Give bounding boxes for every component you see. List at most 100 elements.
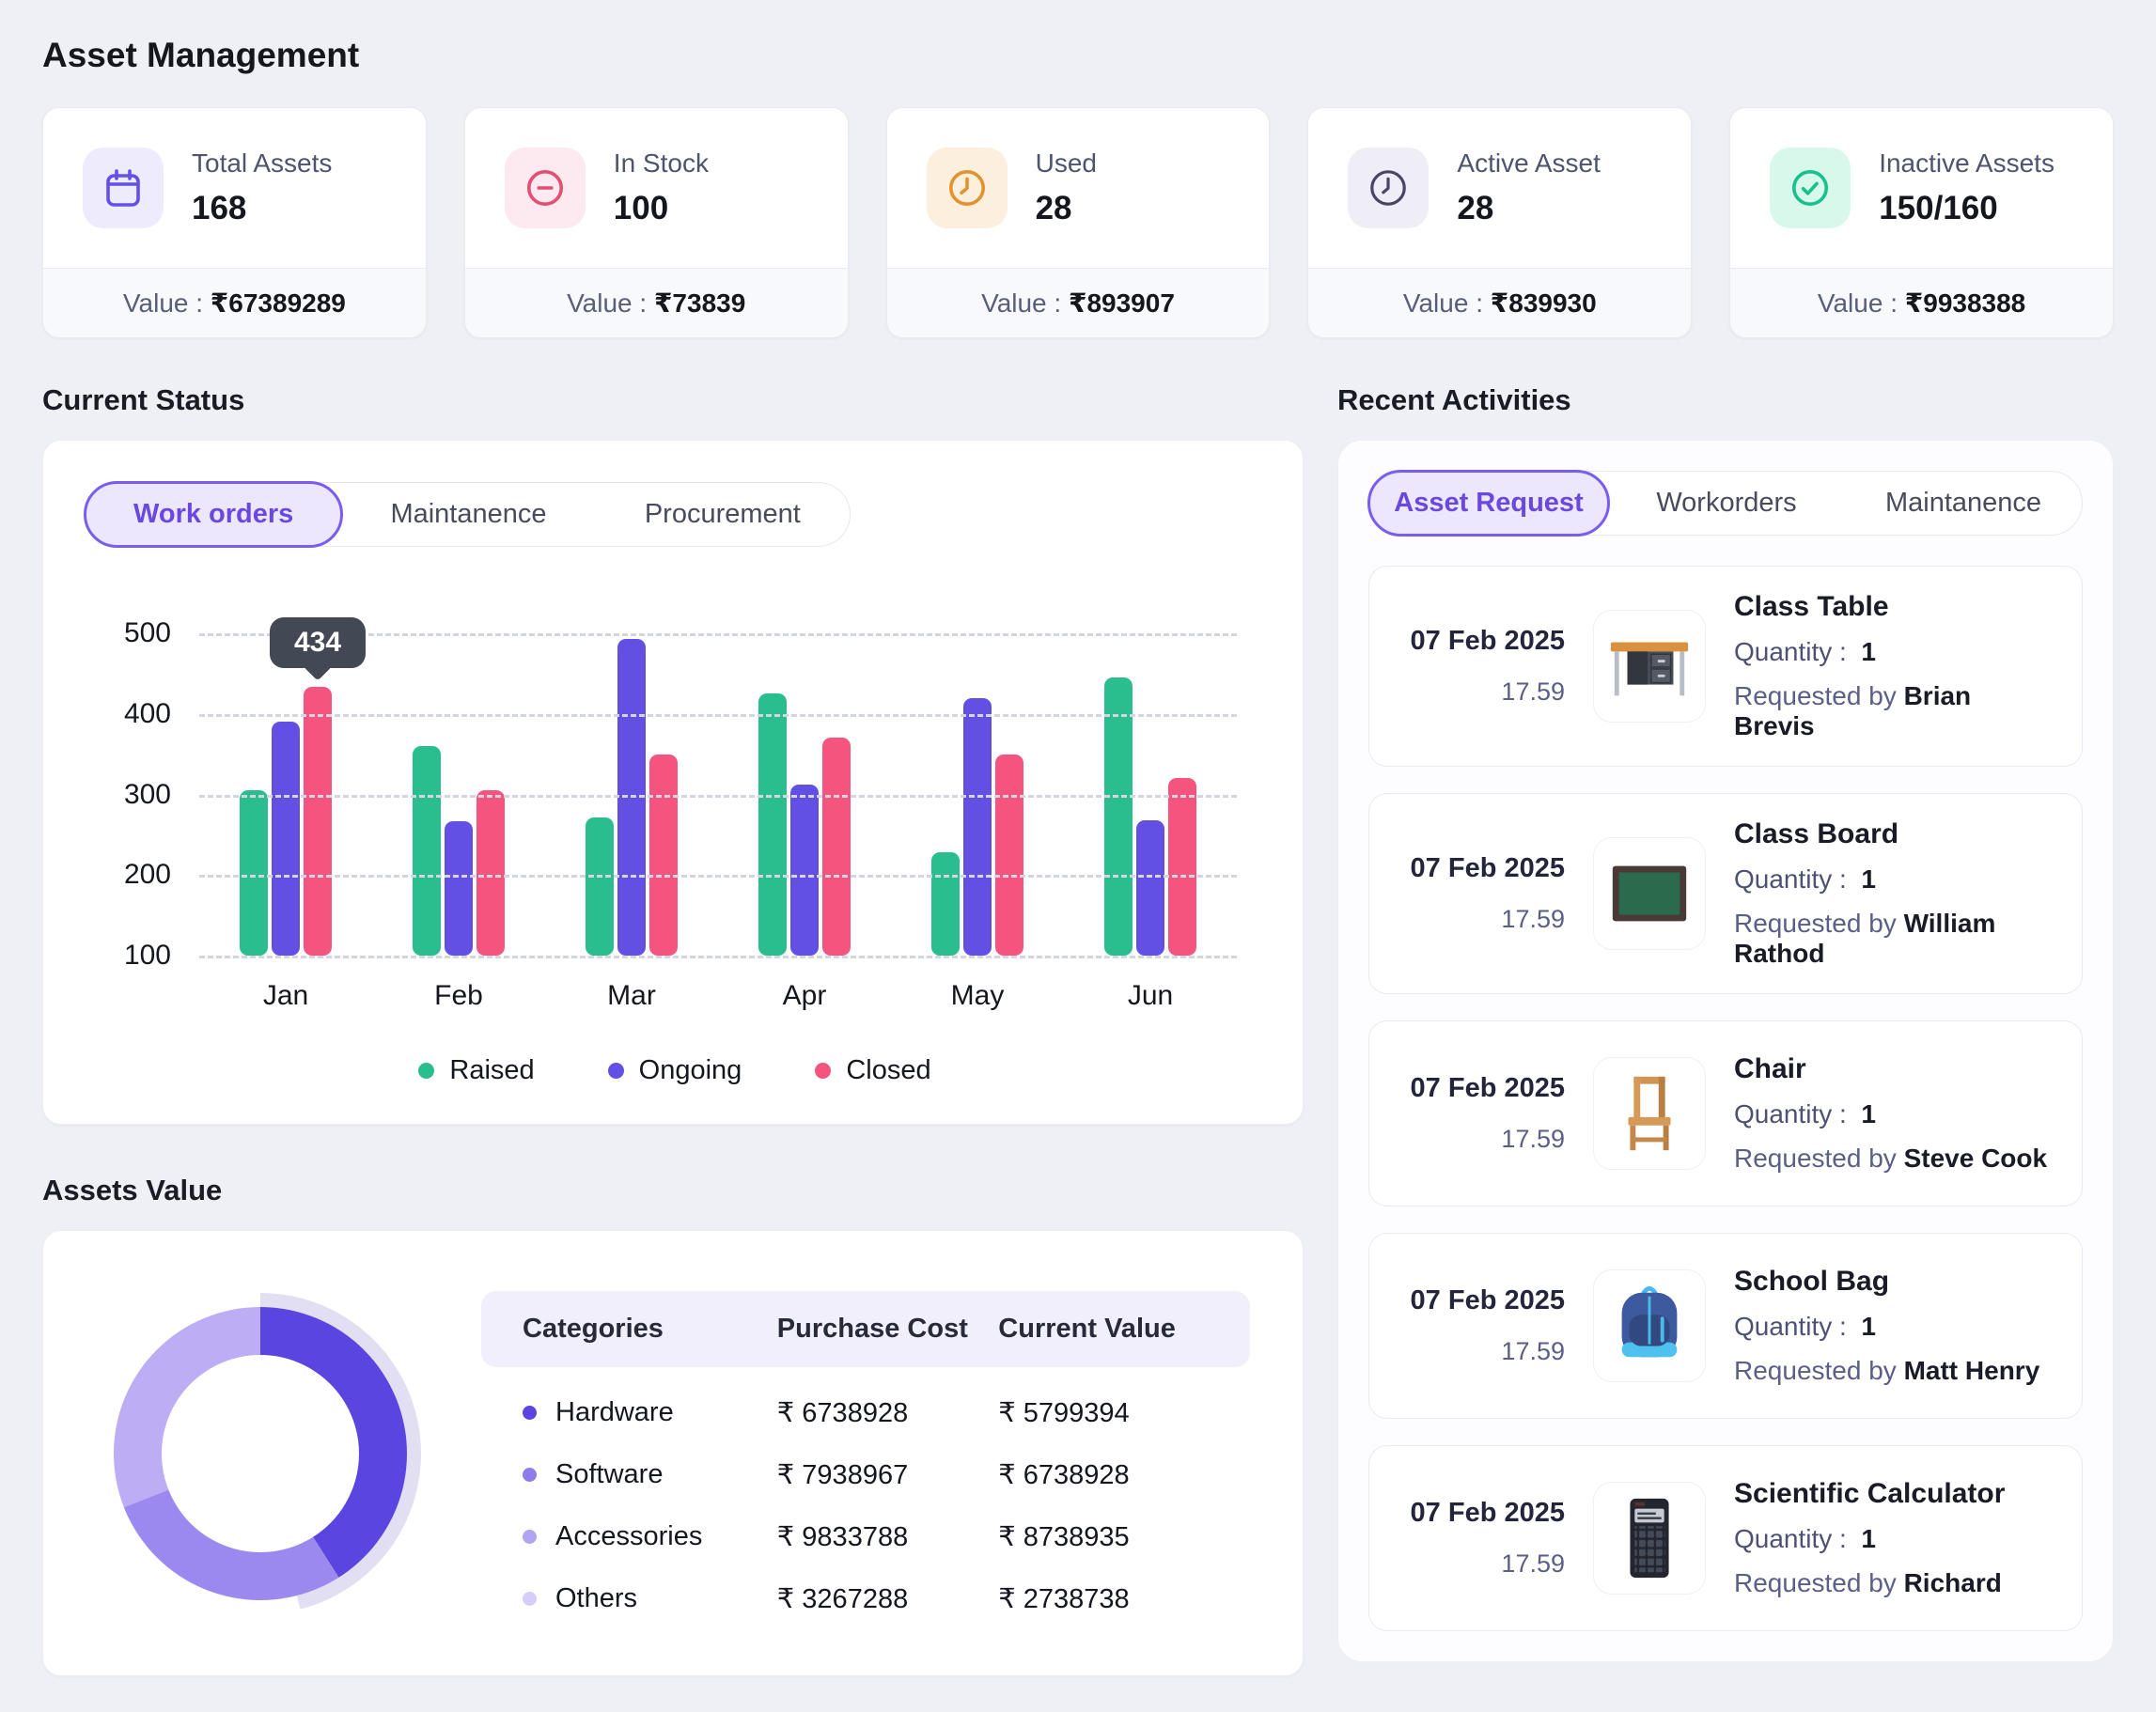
recent-activities-title: Recent Activities: [1337, 383, 2114, 417]
bar-closed-feb[interactable]: [477, 790, 505, 956]
activity-quantity: Quantity : 1: [1734, 1312, 2039, 1342]
bar-raised-jan[interactable]: [240, 790, 268, 956]
table-row: Hardware ₹ 6738928 ₹ 5799394: [481, 1367, 1250, 1429]
gridline: [199, 875, 1237, 878]
stat-count: 100: [614, 190, 709, 227]
bar-closed-jan[interactable]: [304, 687, 332, 956]
bar-ongoing-jun[interactable]: [1136, 820, 1164, 956]
tab-workorders[interactable]: Workorders: [1608, 472, 1845, 535]
gridline: [199, 956, 1237, 958]
activity-date: 07 Feb 2025: [1411, 853, 1565, 884]
activity-quantity: Quantity : 1: [1734, 637, 2054, 667]
activity-requested-by: Requested by Steve Cook: [1734, 1144, 2047, 1174]
stat-count: 168: [192, 190, 332, 227]
activity-title: Chair: [1734, 1053, 2047, 1085]
table-row: Accessories ₹ 9833788 ₹ 8738935: [481, 1491, 1250, 1553]
bar-ongoing-jan[interactable]: [272, 722, 300, 956]
stat-value: Value : ₹893907: [887, 268, 1270, 337]
stat-value: Value : ₹73839: [465, 268, 848, 337]
activity-time: 17.59: [1501, 1337, 1565, 1366]
activity-item-chair[interactable]: 07 Feb 2025 17.59 Chair: [1368, 1020, 2083, 1206]
activity-title: Class Table: [1734, 591, 2054, 623]
bar-closed-jun[interactable]: [1168, 778, 1196, 956]
table-row: Software ₹ 7938967 ₹ 6738928: [481, 1429, 1250, 1491]
assets-value-donut-chart: [100, 1293, 421, 1614]
activity-requested-by: Requested by Richard: [1734, 1568, 2005, 1598]
activity-item-class-table[interactable]: 07 Feb 2025 17.59: [1368, 566, 2083, 767]
bar-raised-feb[interactable]: [413, 746, 441, 956]
bar-ongoing-feb[interactable]: [445, 821, 473, 956]
legend-item-ongoing[interactable]: Ongoing: [608, 1055, 742, 1086]
bar-raised-jun[interactable]: [1104, 677, 1133, 956]
bar-raised-may[interactable]: [931, 852, 960, 956]
class-table-image: [1593, 610, 1706, 723]
calculator-image: [1593, 1482, 1706, 1595]
page-title: Asset Management: [42, 36, 2114, 75]
bar-raised-mar[interactable]: [586, 817, 614, 956]
tab-work-orders[interactable]: Work orders: [84, 481, 343, 548]
calendar-icon: [83, 148, 164, 228]
legend-dot: [815, 1063, 831, 1079]
asset-management-dashboard: Asset Management Total Assets 168 Value …: [0, 0, 2156, 1712]
recent-activities-panel: Asset Request Workorders Maintanence 07 …: [1337, 440, 2114, 1662]
clock-icon: [1348, 148, 1429, 228]
bar-closed-mar[interactable]: [649, 755, 678, 956]
activity-title: Class Board: [1734, 818, 2054, 850]
legend-item-closed[interactable]: Closed: [815, 1055, 930, 1086]
stat-label: Used: [1036, 148, 1097, 179]
activity-time: 17.59: [1501, 1125, 1565, 1154]
assets-value-table: Categories Purchase Cost Current Value H…: [481, 1291, 1250, 1615]
table-header: Categories Purchase Cost Current Value: [481, 1291, 1250, 1367]
col-categories: Categories: [523, 1314, 777, 1345]
tab-maintanence[interactable]: Maintanence: [1845, 472, 2082, 535]
activity-date: 07 Feb 2025: [1411, 1498, 1565, 1529]
stat-card-in-stock: In Stock 100 Value : ₹73839: [464, 107, 849, 338]
chart-legend: Raised Ongoing Closed: [85, 1055, 1265, 1086]
stat-card-inactive-assets: Inactive Assets 150/160 Value : ₹9938388: [1729, 107, 2114, 338]
y-axis-tick: 100: [85, 940, 171, 972]
chart-plot-area: 434 500400300200100: [199, 633, 1237, 956]
recent-activities-tab-bar: Asset Request Workorders Maintanence: [1368, 471, 2083, 536]
bar-ongoing-may[interactable]: [963, 698, 992, 956]
y-axis-tick: 500: [85, 617, 171, 649]
activity-date: 07 Feb 2025: [1411, 1285, 1565, 1316]
stat-cards-row: Total Assets 168 Value : ₹67389289 In St…: [42, 107, 2114, 338]
bar-raised-apr[interactable]: [758, 693, 787, 956]
activity-item-school-bag[interactable]: 07 Feb 2025 17.59: [1368, 1233, 2083, 1419]
legend-item-raised[interactable]: Raised: [418, 1055, 534, 1086]
gridline: [199, 795, 1237, 798]
bar-closed-may[interactable]: [995, 755, 1023, 956]
activity-title: Scientific Calculator: [1734, 1478, 2005, 1510]
x-axis-label: Jun: [1064, 980, 1237, 1012]
y-axis-tick: 200: [85, 859, 171, 891]
tab-maintanence[interactable]: Maintanence: [341, 483, 595, 546]
bar-closed-apr[interactable]: [822, 738, 851, 956]
activity-time: 17.59: [1501, 905, 1565, 934]
stat-card-active-asset: Active Asset 28 Value : ₹839930: [1307, 107, 1692, 338]
category-dot: [523, 1406, 537, 1420]
bar-ongoing-apr[interactable]: [790, 785, 819, 956]
activity-item-scientific-calculator[interactable]: 07 Feb 2025 17.59: [1368, 1445, 2083, 1631]
activity-quantity: Quantity : 1: [1734, 1524, 2005, 1554]
stat-label: Active Asset: [1457, 148, 1601, 179]
activity-quantity: Quantity : 1: [1734, 1099, 2047, 1129]
x-axis-label: Feb: [372, 980, 545, 1012]
current-status-tab-bar: Work orders Maintanence Procurement: [85, 482, 851, 547]
activity-time: 17.59: [1501, 677, 1565, 707]
work-orders-bar-chart: 434 500400300200100 JanFebMarAprMayJun: [199, 633, 1237, 1012]
tab-asset-request[interactable]: Asset Request: [1367, 470, 1610, 537]
stat-value: Value : ₹67389289: [43, 268, 426, 337]
stat-card-used: Used 28 Value : ₹893907: [886, 107, 1271, 338]
assets-value-card: Categories Purchase Cost Current Value H…: [42, 1230, 1304, 1676]
tab-procurement[interactable]: Procurement: [596, 483, 850, 546]
bar-ongoing-mar[interactable]: [617, 639, 646, 956]
check-circle-icon: [1770, 148, 1851, 228]
donut-hole: [162, 1355, 359, 1552]
table-row: Others ₹ 3267288 ₹ 2738738: [481, 1553, 1250, 1615]
chart-tooltip: 434: [270, 617, 366, 668]
assets-value-title: Assets Value: [42, 1174, 1304, 1207]
stat-value: Value : ₹839930: [1308, 268, 1691, 337]
activity-requested-by: Requested by Matt Henry: [1734, 1356, 2039, 1386]
x-axis-label: Jan: [199, 980, 372, 1012]
activity-item-class-board[interactable]: 07 Feb 2025 17.59 Class Board Quantity :…: [1368, 793, 2083, 994]
